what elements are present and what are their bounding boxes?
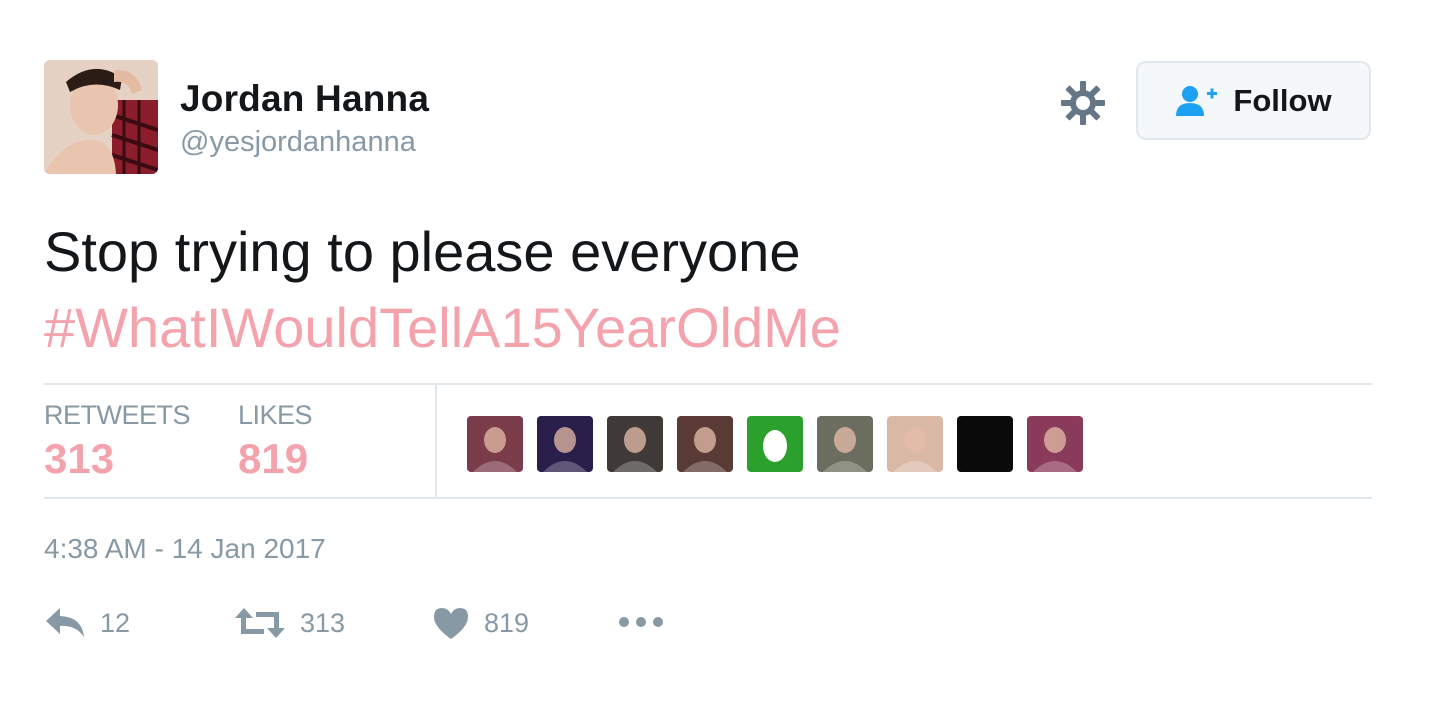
reply-button[interactable]: 12 <box>44 606 130 640</box>
user-handle[interactable]: @yesjordanhanna <box>180 126 416 159</box>
user-name[interactable]: Jordan Hanna <box>180 78 429 120</box>
liker-avatar-3[interactable] <box>607 416 663 472</box>
liker-avatar-9[interactable] <box>1027 416 1083 472</box>
follow-person-plus-icon <box>1175 84 1219 118</box>
retweets-label: RETWEETS <box>44 400 191 430</box>
hashtag-link[interactable]: #WhatIWouldTellA15YearOldMe <box>44 290 841 366</box>
tweet-timestamp[interactable]: 4:38 AM - 14 Jan 2017 <box>44 533 326 565</box>
liker-avatar-8[interactable] <box>957 416 1013 472</box>
stats-top-divider <box>44 383 1372 385</box>
tweet-body: Stop trying to please everyone <box>44 220 801 283</box>
heart-icon <box>432 606 470 640</box>
retweet-icon <box>234 606 286 640</box>
stats-vertical-divider <box>435 385 437 497</box>
retweet-count: 313 <box>300 607 346 638</box>
reply-icon <box>44 606 86 640</box>
retweet-button[interactable]: 313 <box>234 606 345 640</box>
likes-stat[interactable]: LIKES 819 <box>238 400 313 483</box>
retweets-value: 313 <box>44 435 115 482</box>
liker-avatar-6[interactable] <box>817 416 873 472</box>
likes-value: 819 <box>238 435 309 482</box>
more-dots-icon <box>618 616 664 628</box>
liker-avatar-1[interactable] <box>467 416 523 472</box>
liker-avatar-4[interactable] <box>677 416 733 472</box>
gear-icon[interactable] <box>1060 80 1106 126</box>
stats-bottom-divider <box>44 497 1372 499</box>
tweet-card: Jordan Hanna @yesjordanhanna Follow Stop… <box>0 0 1440 704</box>
liker-avatar-2[interactable] <box>537 416 593 472</box>
more-button[interactable] <box>618 616 664 628</box>
like-button[interactable]: 819 <box>432 606 529 640</box>
liker-avatar-7[interactable] <box>887 416 943 472</box>
tweet-text: Stop trying to please everyone #WhatIWou… <box>44 214 841 366</box>
liker-avatar-egg[interactable] <box>747 416 803 472</box>
reply-count: 12 <box>100 607 131 638</box>
follow-button-label: Follow <box>1233 82 1332 118</box>
retweets-stat[interactable]: RETWEETS 313 <box>44 400 191 483</box>
likes-label: LIKES <box>238 400 313 430</box>
like-count: 819 <box>484 607 530 638</box>
liker-avatars <box>467 416 1083 472</box>
user-avatar[interactable] <box>44 60 158 174</box>
follow-button[interactable]: Follow <box>1136 61 1371 140</box>
